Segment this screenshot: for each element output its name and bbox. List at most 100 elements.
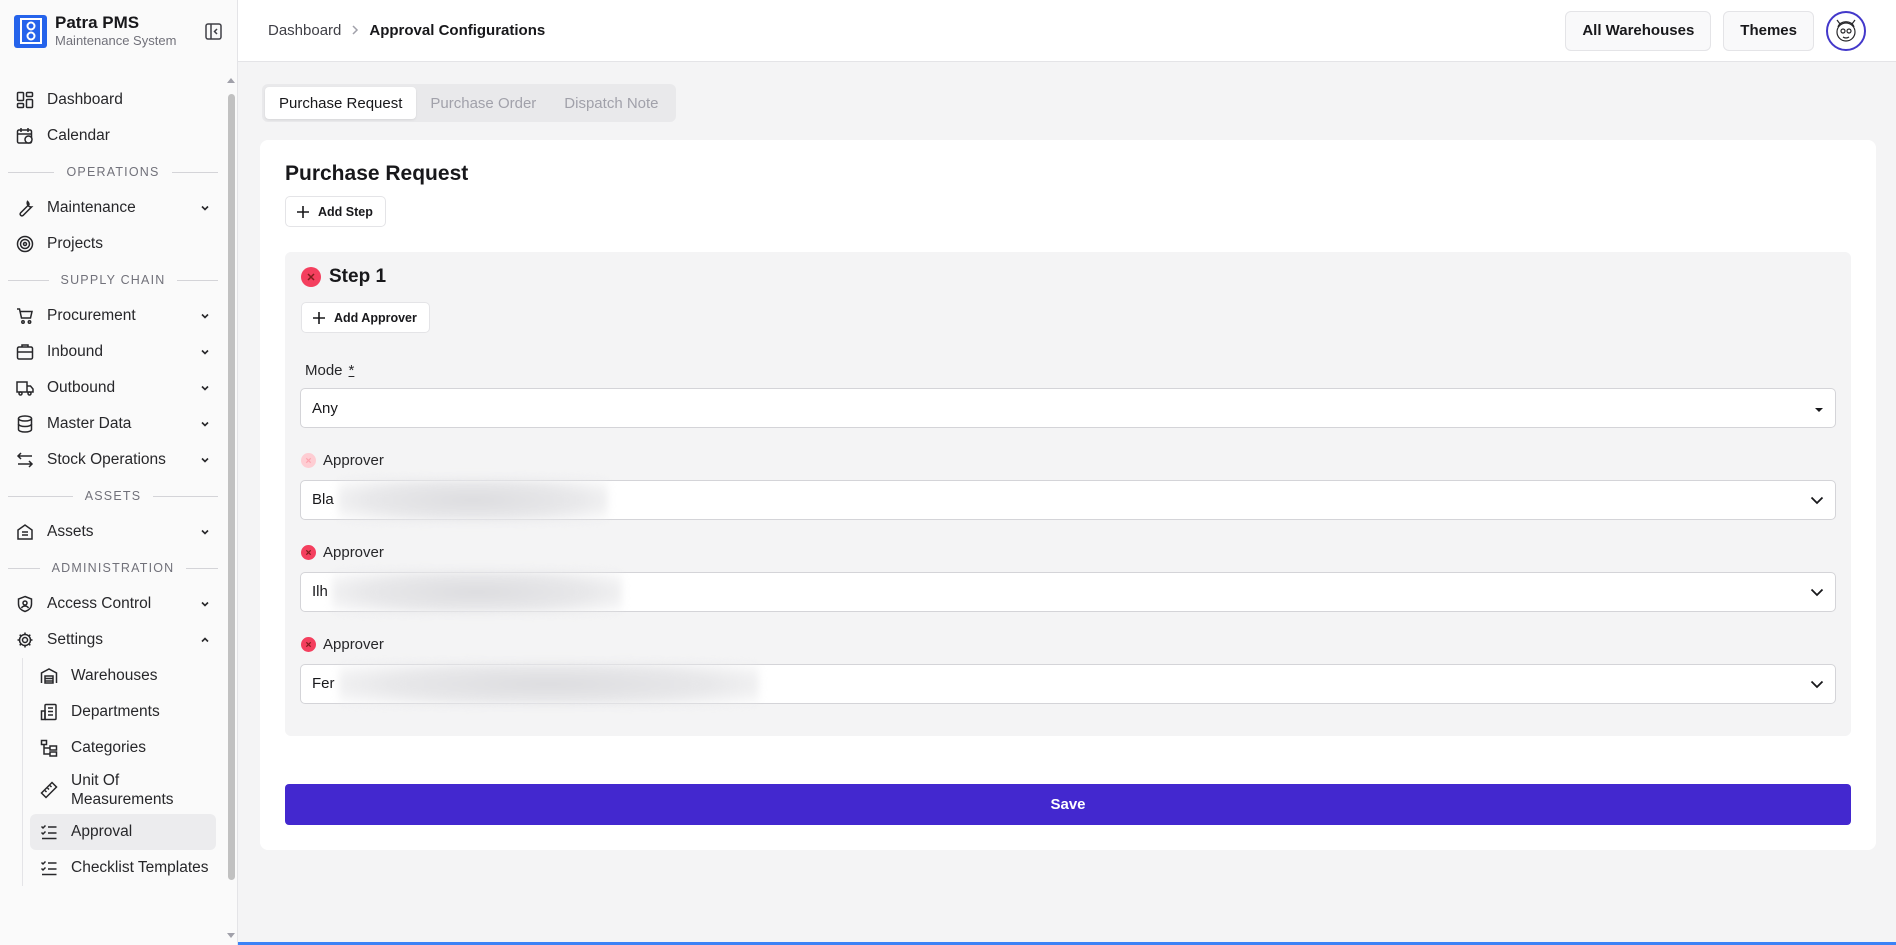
breadcrumb-dashboard-link[interactable]: Dashboard [268,22,341,39]
tab-dispatch-note[interactable]: Dispatch Note [550,87,672,119]
chevron-down-icon [1810,676,1824,693]
dashboard-icon [14,89,36,111]
sidebar-item-approval[interactable]: Approval [30,814,216,850]
themes-button[interactable]: Themes [1723,10,1814,51]
sidebar-item-departments[interactable]: Departments [30,694,226,730]
chevron-down-icon [198,309,212,323]
step-title: Step 1 [329,266,387,287]
database-icon [14,413,36,435]
warehouse-icon [38,665,60,687]
departments-icon [38,701,60,723]
chevron-down-icon [198,381,212,395]
step-header: Step 1 [301,266,386,288]
approver-label-1: Approver [301,452,384,469]
save-button[interactable]: Save [285,784,1851,825]
sidebar-item-label: Maintenance [47,199,136,216]
mode-select-value: Any [312,399,338,417]
package-icon [14,341,36,363]
remove-step-icon[interactable] [301,267,321,287]
add-approver-label: Add Approver [334,310,417,325]
shield-icon [14,593,36,615]
sidebar-toggle-icon[interactable] [203,21,223,41]
chevron-up-icon [198,633,212,647]
scroll-thumb[interactable] [228,94,235,880]
sidebar-scrollbar[interactable] [225,78,237,938]
chevron-down-icon [198,201,212,215]
card-title: Purchase Request [285,162,469,185]
sidebar-item-label: Unit Of Measurements [71,772,174,808]
all-warehouses-button[interactable]: All Warehouses [1565,10,1712,51]
scroll-up-arrow-icon[interactable] [227,78,235,83]
sidebar-item-projects[interactable]: Projects [0,226,226,262]
add-step-button[interactable]: Add Step [285,196,386,227]
sidebar-item-label: Dashboard [47,91,123,108]
target-icon [14,233,36,255]
sidebar-item-label: Access Control [47,595,152,612]
chevron-down-icon [1810,492,1824,509]
sidebar-item-label: Settings [47,631,104,648]
avatar[interactable] [1826,10,1866,51]
plus-icon [296,205,310,219]
remove-approver-icon[interactable] [301,637,316,652]
sidebar-item-stock-operations[interactable]: Stock Operations [0,442,226,478]
section-assets: ASSETS [0,478,226,514]
scroll-down-arrow-icon[interactable] [227,933,235,938]
transfer-icon [14,449,36,471]
top-header: Dashboard Approval Configurations All Wa… [238,0,1896,62]
tab-purchase-request[interactable]: Purchase Request [265,87,417,119]
approval-tabs: Purchase Request Purchase Order Dispatch… [262,84,676,122]
add-step-label: Add Step [318,204,373,219]
mode-label: Mode * [305,362,355,379]
section-supply-chain: SUPPLY CHAIN [0,262,226,298]
sidebar-item-outbound[interactable]: Outbound [0,370,226,406]
add-approver-button[interactable]: Add Approver [301,302,430,333]
calendar-icon [14,125,36,147]
approver-label-3: Approver [301,636,384,653]
remove-approver-icon [301,453,316,468]
approver-select-3[interactable]: Fer [300,662,1836,706]
sidebar-item-maintenance[interactable]: Maintenance [0,190,226,226]
sidebar-item-inbound[interactable]: Inbound [0,334,226,370]
redacted-text [337,478,608,522]
sidebar-item-access-control[interactable]: Access Control [0,586,226,622]
list-checks-icon [38,821,60,843]
tree-icon [38,737,60,759]
sidebar-item-label: Checklist Templates [71,859,209,876]
redacted-text [338,662,759,706]
sidebar: Patra PMS Maintenance System Dashboard C… [0,0,238,945]
caret-down-icon [1814,400,1824,417]
sidebar-item-checklist-templates[interactable]: Checklist Templates [30,850,226,886]
approver-select-2[interactable]: Ilh [300,570,1836,614]
settings-submenu: Warehouses Departments Categories Unit O… [0,658,226,886]
sidebar-item-label: Assets [47,523,94,540]
sidebar-item-unit-of-measurements[interactable]: Unit Of Measurements [30,766,226,814]
brand: Patra PMS Maintenance System [0,0,237,62]
sidebar-item-warehouses[interactable]: Warehouses [30,658,226,694]
brand-title: Patra PMS [55,13,140,32]
sidebar-item-procurement[interactable]: Procurement [0,298,226,334]
chevron-down-icon [198,525,212,539]
sidebar-item-label: Outbound [47,379,116,396]
ruler-icon [38,779,60,801]
sidebar-item-master-data[interactable]: Master Data [0,406,226,442]
sidebar-item-label: Projects [47,235,103,252]
approval-card: Purchase Request Add Step Step 1 Add App… [260,140,1876,850]
sidebar-item-label: Master Data [47,415,132,432]
required-mark: * [348,362,355,379]
sidebar-item-assets[interactable]: Assets [0,514,226,550]
tab-purchase-order[interactable]: Purchase Order [416,87,550,119]
breadcrumb-current: Approval Configurations [369,22,546,39]
cart-icon [14,305,36,327]
approver-select-1[interactable]: Bla [300,478,1836,522]
remove-approver-icon[interactable] [301,545,316,560]
sidebar-item-calendar[interactable]: Calendar [0,118,226,154]
sidebar-item-dashboard[interactable]: Dashboard [0,82,226,118]
chevron-down-icon [198,417,212,431]
sidebar-item-categories[interactable]: Categories [30,730,226,766]
sidebar-item-settings[interactable]: Settings [0,622,226,658]
mode-select[interactable]: Any [300,388,1836,428]
redacted-text [331,570,622,614]
sidebar-item-label: Procurement [47,307,136,324]
truck-icon [14,377,36,399]
list-checks-icon [38,857,60,879]
